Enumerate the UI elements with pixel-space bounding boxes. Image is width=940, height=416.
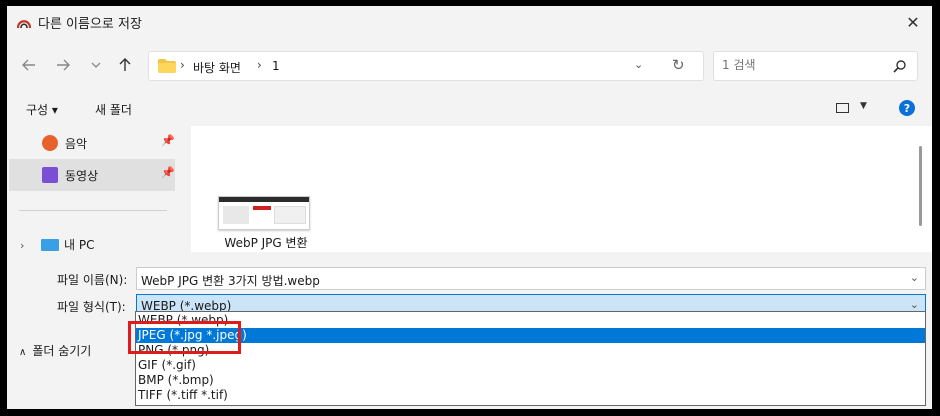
breadcrumb-folder-1[interactable]: 1 <box>272 59 280 73</box>
divider <box>19 210 167 211</box>
dropdown-option[interactable]: BMP (*.bmp) <box>136 373 925 388</box>
navigation-pane: 음악 📌 동영상 📌 › 내 PC <box>7 126 187 338</box>
dropdown-option[interactable]: GIF (*.gif) <box>136 358 925 373</box>
app-logo-icon <box>16 20 32 29</box>
view-options-caret-icon[interactable]: ▼ <box>860 101 867 111</box>
file-list-scrollbar[interactable] <box>919 146 922 226</box>
help-icon[interactable]: ? <box>899 100 915 116</box>
sidebar-item-this-pc[interactable]: 내 PC <box>64 236 94 253</box>
search-icon <box>893 60 906 73</box>
address-dropdown-icon[interactable]: ⌄ <box>634 58 643 71</box>
recent-locations-button[interactable] <box>85 54 107 76</box>
new-folder-button[interactable]: 새 폴더 <box>95 101 132 118</box>
navigation-bar: › 바탕 화면 › 1 ⌄ ↻ <box>7 38 932 92</box>
search-box[interactable] <box>713 51 918 81</box>
dropdown-option-selected[interactable]: JPEG (*.jpg *.jpeg) <box>136 328 925 343</box>
sidebar-item-videos[interactable]: 동영상 📌 <box>9 159 175 191</box>
filename-value: WebP JPG 변환 3가지 방법.webp <box>141 274 320 288</box>
search-input[interactable] <box>722 58 882 72</box>
dropdown-option[interactable]: WEBP (*.webp) <box>136 313 925 328</box>
filetype-dropdown-list: WEBP (*.webp) JPEG (*.jpg *.jpeg) PNG (*… <box>135 311 926 406</box>
organize-menu-button[interactable]: 구성 ▾ <box>26 101 58 118</box>
expand-chevron-icon[interactable]: › <box>20 239 24 252</box>
arrow-left-icon <box>22 59 35 71</box>
refresh-icon[interactable]: ↻ <box>672 56 685 74</box>
file-thumbnail[interactable] <box>218 196 310 230</box>
title-bar: 다른 이름으로 저장 ✕ <box>7 6 932 38</box>
folder-icon <box>158 59 176 73</box>
chevron-down-icon[interactable]: ⌄ <box>910 298 919 311</box>
breadcrumb-separator-icon: › <box>257 58 262 72</box>
file-name-label[interactable]: WebP JPG 변환 <box>211 234 321 251</box>
command-bar: 구성 ▾ 새 폴더 ▼ ? <box>7 92 932 124</box>
pc-icon <box>41 239 59 251</box>
breadcrumb-desktop[interactable]: 바탕 화면 <box>193 59 241 76</box>
address-bar[interactable]: › 바탕 화면 › 1 ⌄ ↻ <box>148 51 704 81</box>
music-icon <box>42 135 58 151</box>
pin-icon: 📌 <box>161 134 175 147</box>
filename-label: 파일 이름(N): <box>57 273 128 287</box>
up-button[interactable] <box>114 54 136 76</box>
sidebar-item-label: 동영상 <box>65 169 99 183</box>
view-mode-icon[interactable] <box>836 103 849 113</box>
annotation-highlight-box <box>128 321 241 354</box>
chevron-down-icon <box>91 62 101 68</box>
close-icon: ✕ <box>906 12 920 32</box>
breadcrumb-separator-icon: › <box>180 58 185 72</box>
window-title: 다른 이름으로 저장 <box>38 17 142 32</box>
file-list: WebP JPG 변환 <box>191 126 932 252</box>
chevron-up-icon: ∧ <box>19 347 27 358</box>
pin-icon: 📌 <box>161 166 175 179</box>
sidebar-item-music[interactable]: 음악 📌 <box>9 127 175 159</box>
back-button[interactable] <box>18 54 40 76</box>
sidebar-item-label: 음악 <box>65 137 88 151</box>
close-button[interactable]: ✕ <box>902 11 924 33</box>
dropdown-option[interactable]: PNG (*.png) <box>136 343 925 358</box>
hide-folders-button[interactable]: ∧ 폴더 숨기기 <box>19 342 91 359</box>
filetype-label: 파일 형식(T): <box>57 300 126 314</box>
arrow-up-icon <box>119 58 131 71</box>
arrow-right-icon <box>57 59 70 71</box>
video-icon <box>42 167 58 183</box>
filename-field[interactable]: WebP JPG 변환 3가지 방법.webp ⌄ <box>136 267 926 290</box>
hide-folders-label: 폴더 숨기기 <box>32 344 92 358</box>
dropdown-option[interactable]: TIFF (*.tiff *.tif) <box>136 388 925 403</box>
chevron-down-icon[interactable]: ⌄ <box>910 271 919 284</box>
forward-button[interactable] <box>52 54 74 76</box>
